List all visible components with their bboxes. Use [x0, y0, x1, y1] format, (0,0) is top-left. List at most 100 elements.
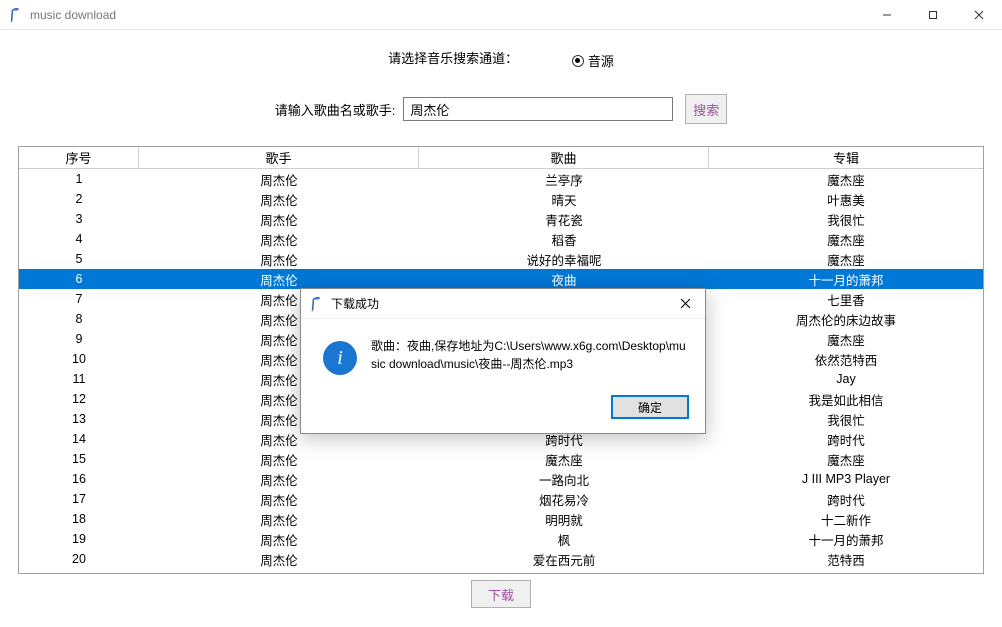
search-row: 请输入歌曲名或歌手: 搜索	[18, 94, 984, 124]
cell-idx: 3	[19, 209, 139, 229]
cell-album: 依然范特西	[709, 349, 983, 369]
cell-idx: 17	[19, 489, 139, 509]
cell-album: 十二新作	[709, 509, 983, 529]
minimize-button[interactable]	[864, 0, 910, 29]
table-row[interactable]: 16周杰伦一路向北J III MP3 Player	[19, 469, 983, 489]
cell-song: 说好的幸福呢	[419, 249, 709, 269]
table-row[interactable]: 4周杰伦稻香魔杰座	[19, 229, 983, 249]
cell-idx: 9	[19, 329, 139, 349]
dialog-ok-button[interactable]: 确定	[611, 395, 689, 419]
table-row[interactable]: 5周杰伦说好的幸福呢魔杰座	[19, 249, 983, 269]
maximize-button[interactable]	[910, 0, 956, 29]
cell-album: Jay	[709, 369, 983, 389]
cell-singer: 周杰伦	[139, 549, 419, 569]
cell-idx: 12	[19, 389, 139, 409]
cell-song: 明明就	[419, 509, 709, 529]
search-input[interactable]	[403, 97, 673, 121]
app-icon	[8, 7, 24, 23]
col-header-index[interactable]: 序号	[19, 147, 139, 169]
cell-idx: 15	[19, 449, 139, 469]
cell-singer: 周杰伦	[139, 449, 419, 469]
source-radio-option[interactable]: 音源	[572, 51, 614, 70]
table-row[interactable]: 20周杰伦爱在西元前范特西	[19, 549, 983, 569]
cell-idx: 5	[19, 249, 139, 269]
cell-idx: 16	[19, 469, 139, 489]
table-row[interactable]: 19周杰伦枫十一月的萧邦	[19, 529, 983, 549]
source-label: 请选择音乐搜索通道：	[388, 51, 518, 66]
window-title: music download	[30, 8, 116, 22]
table-row[interactable]: 2周杰伦晴天叶惠美	[19, 189, 983, 209]
dialog-app-icon	[309, 296, 325, 312]
cell-singer: 周杰伦	[139, 209, 419, 229]
cell-album: 跨时代	[709, 489, 983, 509]
table-row[interactable]: 6周杰伦夜曲十一月的萧邦	[19, 269, 983, 289]
dialog-title: 下载成功	[331, 295, 379, 312]
cell-album: 十一月的萧邦	[709, 529, 983, 549]
cell-idx: 4	[19, 229, 139, 249]
cell-idx: 10	[19, 349, 139, 369]
window-controls	[864, 0, 1002, 29]
cell-album: 魔杰座	[709, 329, 983, 349]
close-button[interactable]	[956, 0, 1002, 29]
cell-album: 十一月的萧邦	[709, 269, 983, 289]
radio-icon	[572, 55, 584, 67]
cell-idx: 2	[19, 189, 139, 209]
cell-singer: 周杰伦	[139, 189, 419, 209]
cell-singer: 周杰伦	[139, 169, 419, 189]
cell-song: 魔杰座	[419, 449, 709, 469]
cell-singer: 周杰伦	[139, 529, 419, 549]
cell-album: 我很忙	[709, 409, 983, 429]
cell-album: 周杰伦的床边故事	[709, 309, 983, 329]
cell-idx: 14	[19, 429, 139, 449]
success-dialog: 下载成功 i 歌曲：夜曲,保存地址为C:\Users\www.x6g.com\D…	[300, 288, 706, 434]
col-header-singer[interactable]: 歌手	[139, 147, 419, 169]
dialog-titlebar: 下载成功	[301, 289, 705, 319]
cell-idx: 11	[19, 369, 139, 389]
cell-song: 夜曲	[419, 269, 709, 289]
cell-singer: 周杰伦	[139, 469, 419, 489]
dialog-message: 歌曲：夜曲,保存地址为C:\Users\www.x6g.com\Desktop\…	[371, 337, 687, 375]
source-option-label: 音源	[588, 51, 614, 70]
cell-idx: 6	[19, 269, 139, 289]
table-row[interactable]: 17周杰伦烟花易冷跨时代	[19, 489, 983, 509]
cell-singer: 周杰伦	[139, 509, 419, 529]
cell-song: 枫	[419, 529, 709, 549]
cell-album: 跨时代	[709, 429, 983, 449]
cell-album: 魔杰座	[709, 449, 983, 469]
source-selector-row: 请选择音乐搜索通道： 音源	[18, 48, 984, 70]
cell-album: J III MP3 Player	[709, 469, 983, 489]
cell-song: 兰亭序	[419, 169, 709, 189]
cell-album: 魔杰座	[709, 229, 983, 249]
cell-song: 晴天	[419, 189, 709, 209]
cell-album: 我是如此相信	[709, 389, 983, 409]
cell-song: 一路向北	[419, 469, 709, 489]
col-header-song[interactable]: 歌曲	[419, 147, 709, 169]
search-button[interactable]: 搜索	[685, 94, 727, 124]
info-icon: i	[323, 341, 357, 375]
cell-idx: 7	[19, 289, 139, 309]
table-row[interactable]: 3周杰伦青花瓷我很忙	[19, 209, 983, 229]
download-button[interactable]: 下载	[471, 580, 531, 608]
cell-singer: 周杰伦	[139, 249, 419, 269]
cell-song: 青花瓷	[419, 209, 709, 229]
cell-idx: 8	[19, 309, 139, 329]
table-row[interactable]: 15周杰伦魔杰座魔杰座	[19, 449, 983, 469]
col-header-album[interactable]: 专辑	[709, 147, 983, 169]
cell-album: 七里香	[709, 289, 983, 309]
cell-idx: 1	[19, 169, 139, 189]
cell-idx: 18	[19, 509, 139, 529]
cell-singer: 周杰伦	[139, 489, 419, 509]
cell-song: 爱在西元前	[419, 549, 709, 569]
cell-album: 范特西	[709, 549, 983, 569]
cell-singer: 周杰伦	[139, 229, 419, 249]
dialog-close-button[interactable]	[665, 289, 705, 319]
cell-album: 我很忙	[709, 209, 983, 229]
table-row[interactable]: 1周杰伦兰亭序魔杰座	[19, 169, 983, 189]
cell-idx: 19	[19, 529, 139, 549]
cell-song: 烟花易冷	[419, 489, 709, 509]
table-header: 序号 歌手 歌曲 专辑	[19, 147, 983, 169]
cell-album: 魔杰座	[709, 249, 983, 269]
table-row[interactable]: 18周杰伦明明就十二新作	[19, 509, 983, 529]
cell-singer: 周杰伦	[139, 269, 419, 289]
cell-idx: 20	[19, 549, 139, 569]
